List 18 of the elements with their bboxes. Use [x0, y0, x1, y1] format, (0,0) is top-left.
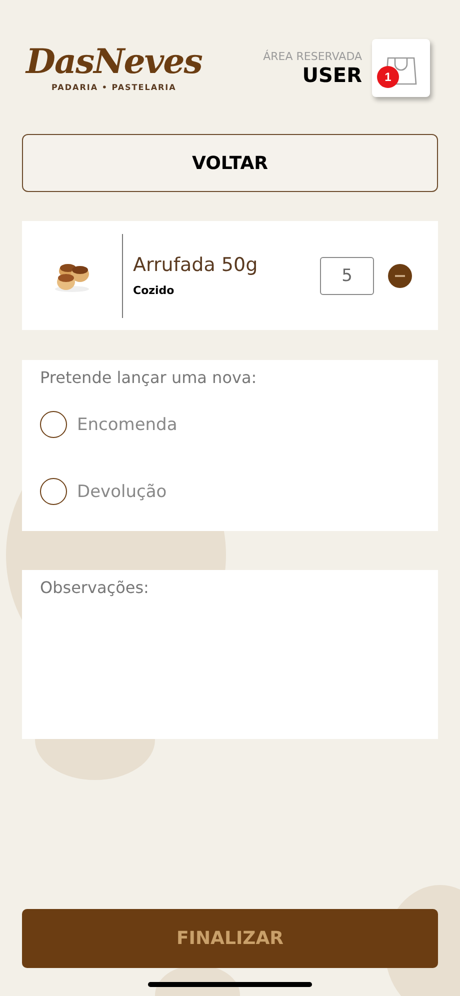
- account-label: ÁREA RESERVADA: [263, 50, 362, 62]
- product-state: Cozido: [133, 284, 176, 297]
- quantity-field[interactable]: 5: [320, 256, 374, 294]
- option-label: Encomenda: [77, 414, 178, 434]
- logo-tagline: PADARIA • PASTELARIA: [52, 82, 176, 92]
- logo: DasNeves: [26, 44, 202, 78]
- notes-field[interactable]: Observações:: [22, 570, 438, 739]
- cart-count-badge: 1: [377, 66, 399, 88]
- radio-option[interactable]: Devolução: [40, 478, 167, 505]
- radio-option[interactable]: Encomenda: [40, 411, 178, 438]
- product-name: Arrufada 50g: [133, 254, 259, 276]
- user-name: USER: [302, 62, 362, 86]
- finish-button[interactable]: FINALIZAR: [22, 909, 438, 968]
- remove-button[interactable]: [388, 264, 412, 288]
- option-label: Devolução: [77, 482, 167, 502]
- order-type-question: Pretende lançar uma nova:: [40, 368, 258, 387]
- cart-button[interactable]: 1: [372, 39, 430, 97]
- back-button[interactable]: VOLTAR: [22, 134, 438, 192]
